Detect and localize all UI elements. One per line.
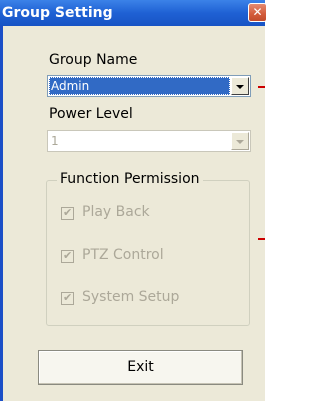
function-permission-title: Function Permission bbox=[57, 171, 203, 187]
checkmark-icon: ✔ bbox=[63, 249, 73, 262]
checkmark-icon: ✔ bbox=[63, 291, 73, 304]
ptz-control-checkbox[interactable]: ✔ bbox=[61, 249, 74, 263]
group-name-dropdown-button[interactable] bbox=[231, 77, 249, 95]
indicator-line bbox=[258, 238, 265, 240]
close-icon: ✕ bbox=[252, 5, 263, 19]
checkmark-icon: ✔ bbox=[63, 206, 73, 219]
power-level-dropdown-button[interactable] bbox=[231, 132, 249, 150]
power-level-value: 1 bbox=[51, 134, 59, 148]
power-level-label: Power Level bbox=[49, 106, 133, 122]
play-back-checkbox[interactable]: ✔ bbox=[61, 206, 74, 220]
chevron-down-icon bbox=[236, 85, 244, 89]
group-name-label: Group Name bbox=[49, 52, 138, 68]
play-back-label: Play Back bbox=[82, 204, 150, 220]
close-button[interactable]: ✕ bbox=[248, 3, 267, 22]
title-bar[interactable]: Group Setting ✕ bbox=[0, 0, 267, 26]
system-setup-label: System Setup bbox=[82, 289, 180, 305]
indicator-line bbox=[258, 86, 265, 88]
window-title: Group Setting bbox=[2, 5, 113, 21]
group-name-value: Admin bbox=[49, 77, 230, 95]
ptz-control-label: PTZ Control bbox=[82, 247, 164, 263]
exit-button[interactable]: Exit bbox=[38, 350, 243, 385]
system-setup-checkbox[interactable]: ✔ bbox=[61, 291, 74, 305]
group-name-dropdown[interactable]: Admin bbox=[47, 75, 251, 97]
power-level-dropdown[interactable]: 1 bbox=[47, 130, 251, 152]
chevron-down-icon bbox=[236, 140, 244, 144]
